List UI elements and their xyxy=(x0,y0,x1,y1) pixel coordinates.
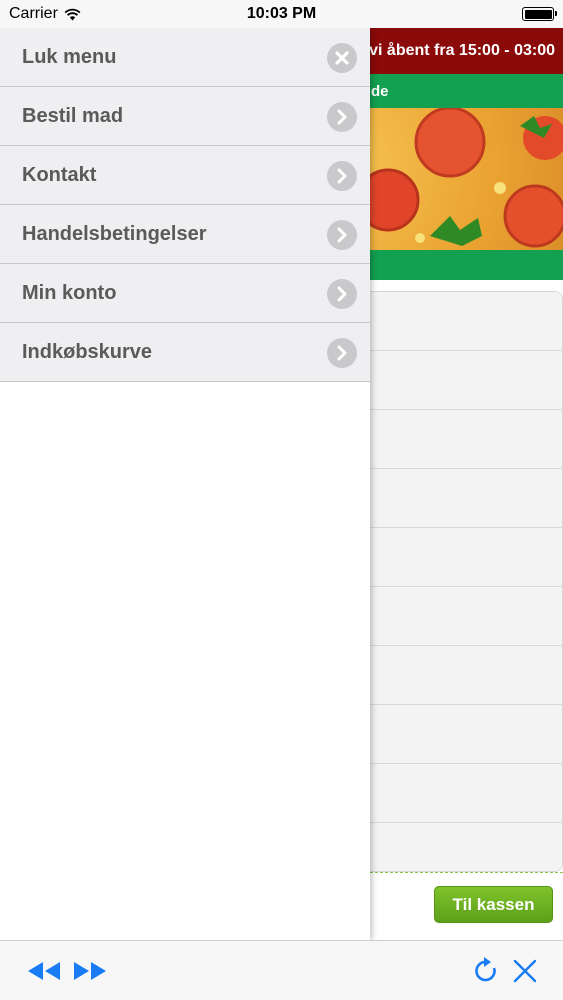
product-list xyxy=(360,291,563,872)
list-item[interactable] xyxy=(361,469,562,528)
menu-item-contact[interactable]: Kontakt xyxy=(0,146,370,205)
bottom-toolbar xyxy=(0,940,563,1000)
rewind-icon[interactable] xyxy=(26,956,62,986)
dotted-divider xyxy=(370,872,563,873)
menu-item-label: Min konto xyxy=(22,281,117,304)
chevron-right-icon xyxy=(327,102,357,132)
side-menu: Luk menu Bestil mad Kontakt Handelsbetin… xyxy=(0,28,370,940)
battery-icon xyxy=(522,7,557,21)
menu-item-cart[interactable]: Indkøbskurve xyxy=(0,323,370,382)
checkout-button[interactable]: Til kassen xyxy=(434,886,553,923)
status-bar: Carrier 10:03 PM xyxy=(0,0,563,28)
refresh-icon[interactable] xyxy=(470,956,502,986)
close-icon[interactable] xyxy=(510,956,540,986)
green-banner-text: de xyxy=(371,82,389,100)
list-item[interactable] xyxy=(361,351,562,410)
menu-item-label: Handelsbetingelser xyxy=(22,222,207,245)
chevron-right-icon xyxy=(327,220,357,250)
list-item[interactable] xyxy=(361,587,562,646)
fast-forward-icon[interactable] xyxy=(72,956,108,986)
list-item[interactable] xyxy=(361,528,562,587)
menu-item-close[interactable]: Luk menu xyxy=(0,28,370,87)
menu-item-label: Indkøbskurve xyxy=(22,340,153,363)
close-icon xyxy=(327,43,357,73)
list-item[interactable] xyxy=(361,410,562,469)
menu-item-label: Bestil mad xyxy=(22,104,124,127)
menu-item-label: Kontakt xyxy=(22,163,97,186)
chevron-right-icon xyxy=(327,279,357,309)
chevron-right-icon xyxy=(327,338,357,368)
menu-item-label: Luk menu xyxy=(22,45,117,68)
opening-hours-text: vi åbent fra 15:00 - 03:00 xyxy=(369,42,555,59)
list-item[interactable] xyxy=(361,292,562,351)
list-item[interactable] xyxy=(361,764,562,823)
status-time: 10:03 PM xyxy=(246,5,317,22)
menu-item-account[interactable]: Min konto xyxy=(0,264,370,323)
list-item[interactable] xyxy=(361,646,562,705)
menu-item-order-food[interactable]: Bestil mad xyxy=(0,87,370,146)
chevron-right-icon xyxy=(327,161,357,191)
menu-item-terms[interactable]: Handelsbetingelser xyxy=(0,205,370,264)
list-item[interactable] xyxy=(361,705,562,764)
list-item[interactable] xyxy=(361,823,562,871)
